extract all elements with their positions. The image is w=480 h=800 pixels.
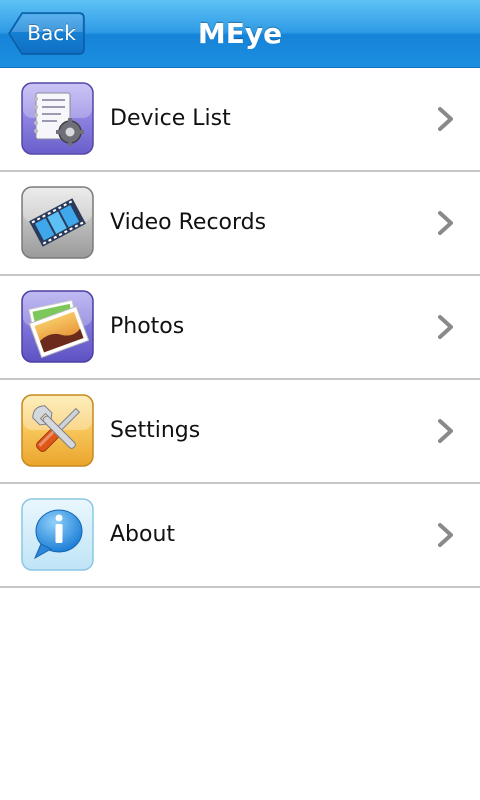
- back-button[interactable]: Back: [8, 12, 85, 55]
- menu-item-about[interactable]: About: [0, 484, 480, 588]
- info-bubble-icon: [21, 498, 94, 571]
- menu-item-label: About: [110, 522, 176, 547]
- chevron-right-icon: [438, 211, 453, 235]
- chevron-right-icon: [438, 315, 453, 339]
- menu-list: Device List Video Records Photos Setting…: [0, 68, 480, 588]
- photos-icon: [21, 290, 94, 363]
- film-strip-icon: [21, 186, 94, 259]
- chevron-right-icon: [438, 107, 453, 131]
- chevron-right-icon: [438, 523, 453, 547]
- menu-item-video-records[interactable]: Video Records: [0, 172, 480, 276]
- menu-item-photos[interactable]: Photos: [0, 276, 480, 380]
- back-button-label: Back: [27, 21, 76, 45]
- chevron-right-icon: [438, 419, 453, 443]
- app-screen: Back MEye Device List Video Records Phot…: [0, 0, 480, 800]
- menu-item-label: Settings: [110, 418, 201, 443]
- wrench-screwdriver-icon: [21, 394, 94, 467]
- page-title: MEye: [197, 17, 283, 50]
- menu-item-device-list[interactable]: Device List: [0, 68, 480, 172]
- title-bar: Back MEye: [0, 0, 480, 68]
- device-list-icon: [21, 82, 94, 155]
- menu-item-settings[interactable]: Settings: [0, 380, 480, 484]
- menu-item-label: Device List: [110, 106, 231, 131]
- menu-item-label: Video Records: [110, 210, 267, 235]
- menu-item-label: Photos: [110, 314, 185, 339]
